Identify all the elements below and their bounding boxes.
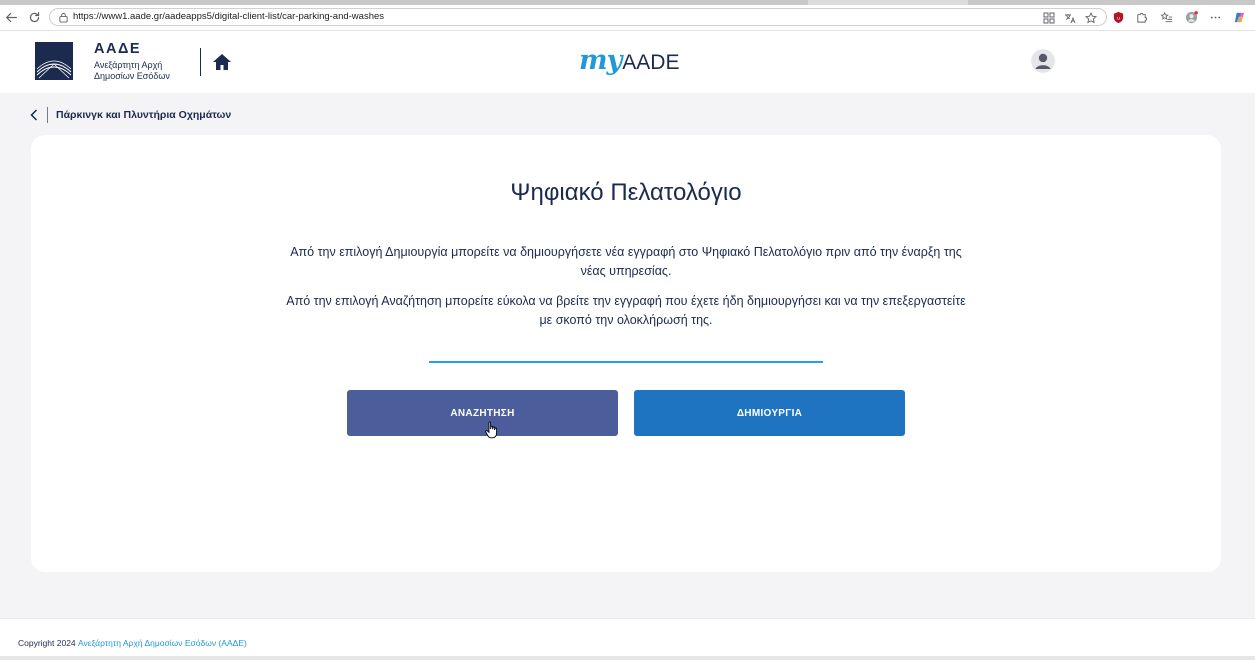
- extensions-puzzle-icon[interactable]: [1133, 9, 1150, 26]
- search-button[interactable]: ΑΝΑΖΗΤΗΣΗ: [347, 390, 618, 436]
- lock-icon: [59, 12, 68, 23]
- logo-subtitle: Ανεξάρτητη Αρχή Δημοσίων Εσόδων: [94, 60, 194, 82]
- breadcrumb-title: Πάρκινγκ και Πλυντήρια Οχημάτων: [56, 109, 232, 121]
- favorites-list-icon[interactable]: [1158, 9, 1175, 26]
- browser-profile-icon[interactable]: [1183, 9, 1200, 26]
- copyright-prefix: Copyright 2024: [18, 638, 76, 648]
- translate-icon[interactable]: [1063, 11, 1077, 25]
- logo-subtitle-line1: Ανεξάρτητη Αρχή: [94, 60, 163, 70]
- home-icon[interactable]: [211, 52, 233, 72]
- back-arrow-icon[interactable]: [1, 7, 21, 27]
- aade-logo-icon[interactable]: [35, 42, 73, 80]
- brand-aade: AADE: [622, 51, 680, 74]
- logo-title: ΑΑΔΕ: [94, 41, 142, 57]
- favorite-star-icon[interactable]: [1084, 11, 1098, 25]
- address-bar[interactable]: https://www1.aade.gr/aadeapps5/digital-c…: [49, 8, 1107, 26]
- main-card: Ψηφιακό Πελατολόγιο Από την επιλογή Δημι…: [31, 135, 1221, 572]
- app-grid-icon[interactable]: [1042, 11, 1056, 25]
- description-create: Από την επιλογή Δημιουργία μπορείτε να δ…: [290, 245, 962, 278]
- copilot-icon[interactable]: [1231, 9, 1248, 26]
- chevron-left-icon[interactable]: [27, 106, 41, 124]
- breadcrumb: Πάρκινγκ και Πλυντήρια Οχημάτων: [27, 105, 231, 125]
- shield-extension-icon[interactable]: u: [1110, 9, 1127, 26]
- create-button[interactable]: ΔΗΜΙΟΥΡΓΙΑ: [634, 390, 905, 436]
- user-avatar-icon[interactable]: [1031, 49, 1055, 73]
- myaade-brand-logo[interactable]: my AADE: [579, 45, 679, 85]
- browser-toolbar: https://www1.aade.gr/aadeapps5/digital-c…: [0, 5, 1255, 31]
- header-divider: [200, 48, 201, 76]
- svg-text:u: u: [1117, 16, 1120, 21]
- more-options-icon[interactable]: [1207, 9, 1224, 26]
- breadcrumb-divider: [47, 107, 48, 123]
- reload-icon[interactable]: [24, 7, 44, 27]
- bottom-strip: [0, 656, 1255, 660]
- footer-aade-link[interactable]: Ανεξάρτητη Αρχή Δημοσίων Εσόδων (ΑΑΔΕ): [78, 638, 247, 648]
- logo-subtitle-line2: Δημοσίων Εσόδων: [94, 71, 170, 81]
- title-separator: [429, 361, 823, 363]
- brand-my: my: [579, 45, 622, 76]
- url-text[interactable]: https://www1.aade.gr/aadeapps5/digital-c…: [73, 11, 384, 22]
- page-title: Ψηφιακό Πελατολόγιο: [510, 179, 742, 206]
- description-search: Από την επιλογή Αναζήτηση μπορείτε εύκολ…: [286, 294, 966, 327]
- app-header: ΑΑΔΕ Ανεξάρτητη Αρχή Δημοσίων Εσόδων my …: [0, 31, 1255, 93]
- hand-pointer-cursor-icon: [485, 421, 498, 439]
- footer-copyright: Copyright 2024 Ανεξάρτητη Αρχή Δημοσίων …: [18, 638, 247, 648]
- footer: Copyright 2024 Ανεξάρτητη Αρχή Δημοσίων …: [0, 618, 1255, 657]
